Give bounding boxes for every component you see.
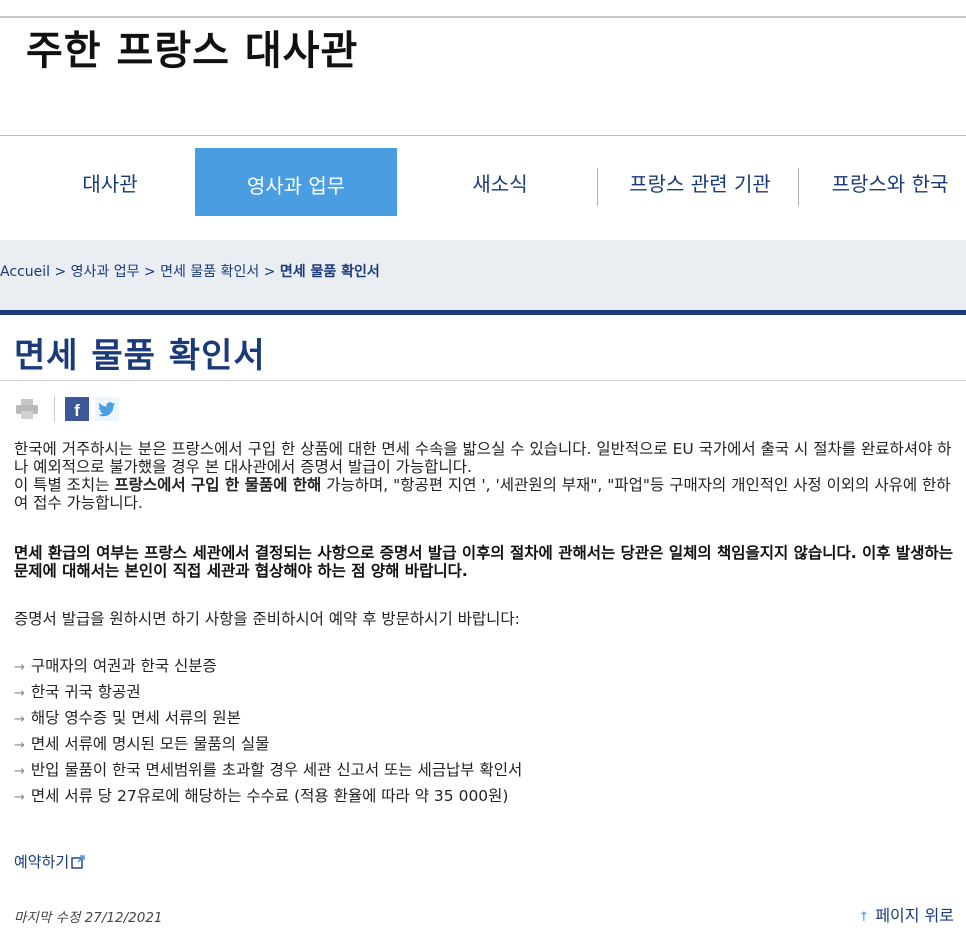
nav-divider — [597, 168, 598, 206]
breadcrumb-taxfree-link[interactable]: 면세 물품 확인서 — [160, 264, 259, 280]
share-divider — [54, 396, 55, 422]
page-title: 면세 물품 확인서 — [14, 336, 266, 376]
twitter-icon[interactable] — [95, 397, 119, 421]
site-title: 주한 프랑스 대사관 — [26, 28, 359, 74]
nav-item-france-korea[interactable]: 프랑스와 한국 — [810, 148, 966, 216]
intro-paragraph: 한국에 거주하시는 분은 프랑스에서 구입 한 상품에 대한 면세 수속을 밟으… — [14, 440, 952, 476]
breadcrumb-current: 면세 물품 확인서 — [279, 264, 380, 280]
main-nav: 대사관 영사과 업무 새소식 프랑스 관련 기관 프랑스와 한국 — [0, 148, 966, 216]
external-link-icon — [71, 854, 86, 869]
booking-link[interactable]: 예약하기 — [14, 851, 86, 872]
nav-divider — [798, 168, 799, 206]
list-item: → 해당 영수증 및 면세 서류의 원본 — [14, 709, 241, 727]
share-bar: f — [14, 396, 119, 422]
condition-paragraph: 이 특별 조치는 프랑스에서 구입 한 물품에 한해 가능하며, "항공편 지연… — [14, 476, 951, 512]
breadcrumb-home-link[interactable]: Accueil — [0, 264, 50, 280]
last-updated: 마지막 수정 27/12/2021 — [14, 910, 163, 926]
list-item: → 반입 물품이 한국 면세범위를 초과할 경우 세관 신고서 또는 세금납부 확… — [14, 761, 523, 779]
arrow-right-icon: → — [14, 790, 25, 805]
breadcrumb-separator: > — [263, 264, 276, 280]
disclaimer-paragraph: 면세 환급의 여부는 프랑스 세관에서 결정되는 사항으로 증명서 발급 이후의… — [14, 544, 953, 580]
article-body: 한국에 거주하시는 분은 프랑스에서 구입 한 상품에 대한 면세 수속을 밟으… — [14, 440, 960, 810]
booking-link-label: 예약하기 — [14, 853, 70, 871]
nav-item-french-institutions[interactable]: 프랑스 관련 기관 — [600, 148, 800, 216]
title-divider — [0, 380, 966, 381]
nav-item-consular[interactable]: 영사과 업무 — [195, 148, 397, 216]
requirements-intro: 증명서 발급을 원하시면 하기 사항을 준비하시어 예약 후 방문하시기 바랍니… — [14, 610, 520, 628]
nav-item-news[interactable]: 새소식 — [420, 148, 580, 216]
requirements-list: → 구매자의 여권과 한국 신분증 → 한국 귀국 항공권 → 해당 영수증 및 면세… — [14, 654, 960, 810]
list-item: → 면세 서류에 명시된 모든 물품의 실물 — [14, 735, 270, 753]
facebook-icon[interactable]: f — [65, 397, 89, 421]
breadcrumb: Accueil > 영사과 업무 > 면세 물품 확인서 > 면세 물품 확인서 — [0, 261, 380, 281]
arrow-right-icon: → — [14, 660, 25, 675]
list-item: → 구매자의 여권과 한국 신분증 — [14, 657, 217, 675]
print-icon[interactable] — [14, 398, 40, 420]
breadcrumb-separator: > — [143, 264, 156, 280]
list-item: → 면세 서류 당 27유로에 해당하는 수수료 (적용 환율에 따라 약 35 … — [14, 787, 509, 805]
breadcrumb-consular-link[interactable]: 영사과 업무 — [71, 264, 140, 280]
arrow-right-icon: → — [14, 764, 25, 779]
back-to-top-link[interactable]: ↑ 페이지 위로 — [858, 902, 954, 926]
breadcrumb-accent-rule — [0, 310, 966, 315]
arrow-up-icon: ↑ — [858, 910, 870, 925]
arrow-right-icon: → — [14, 686, 25, 701]
condition-emphasis: 프랑스에서 구입 한 물품에 한해 — [114, 476, 322, 494]
nav-top-divider — [0, 135, 966, 136]
list-item: → 한국 귀국 항공권 — [14, 683, 141, 701]
breadcrumb-separator: > — [54, 264, 67, 280]
arrow-right-icon: → — [14, 712, 25, 727]
nav-item-embassy[interactable]: 대사관 — [30, 148, 190, 216]
arrow-right-icon: → — [14, 738, 25, 753]
